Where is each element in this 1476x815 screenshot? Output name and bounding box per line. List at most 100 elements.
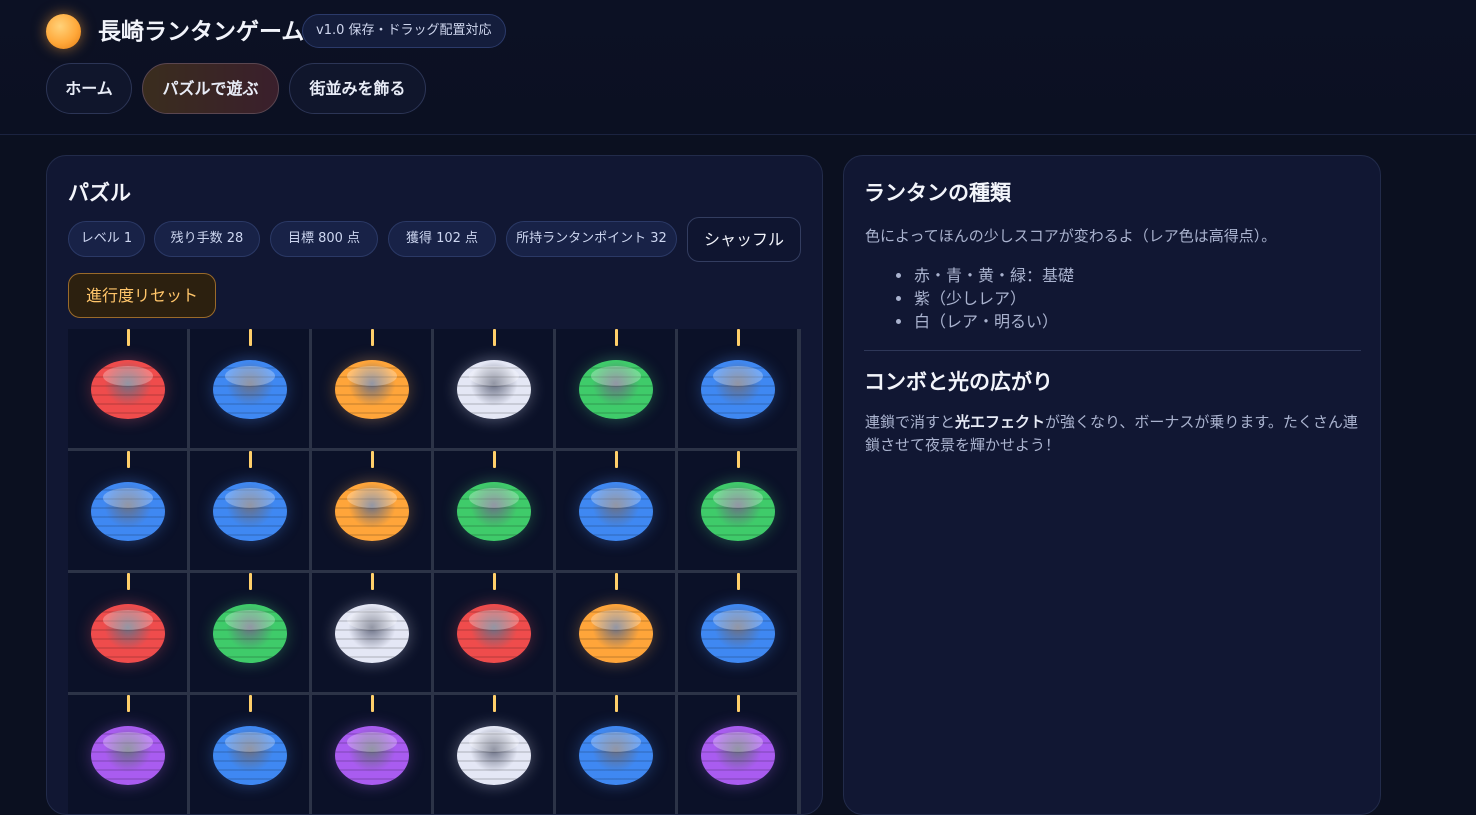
lantern-string bbox=[615, 451, 618, 468]
puzzle-board bbox=[68, 329, 801, 814]
lantern-points-chip: 所持ランタンポイント 32 bbox=[506, 221, 677, 257]
blue-lantern-icon bbox=[579, 482, 653, 541]
board-cell[interactable] bbox=[556, 451, 675, 570]
lantern-string bbox=[371, 573, 374, 590]
lantern-string bbox=[493, 451, 496, 468]
lantern-string bbox=[493, 695, 496, 712]
purple-lantern-icon bbox=[701, 726, 775, 785]
lantern-string bbox=[127, 695, 130, 712]
lantern-types-list: 赤・青・黄・緑：基礎 紫（少しレア） 白（レア・明るい） bbox=[895, 264, 1075, 333]
version-badge: v1.0 保存・ドラッグ配置対応 bbox=[302, 14, 506, 48]
board-cell[interactable] bbox=[678, 573, 797, 692]
board-cell[interactable] bbox=[68, 695, 187, 814]
lantern-string bbox=[371, 329, 374, 346]
board-cell[interactable] bbox=[68, 573, 187, 692]
reset-progress-button[interactable]: 進行度リセット bbox=[68, 273, 216, 318]
lantern-string bbox=[127, 329, 130, 346]
tab-home[interactable]: ホーム bbox=[46, 63, 132, 114]
level-chip: レベル 1 bbox=[68, 221, 145, 257]
lantern-logo-icon bbox=[46, 14, 81, 49]
lantern-string bbox=[249, 695, 252, 712]
blue-lantern-icon bbox=[701, 604, 775, 663]
combo-desc-bold: 光エフェクト bbox=[955, 413, 1046, 431]
yellow-lantern-icon bbox=[335, 360, 409, 419]
puzzle-title: パズル bbox=[68, 181, 131, 205]
board-cell[interactable] bbox=[434, 573, 553, 692]
list-item: 赤・青・黄・緑：基礎 bbox=[895, 266, 1075, 285]
lantern-string bbox=[615, 695, 618, 712]
info-panel: ランタンの種類 色によってほんの少しスコアが変わるよ（レア色は高得点）。 赤・青… bbox=[843, 155, 1381, 815]
lantern-string bbox=[737, 573, 740, 590]
board-cell[interactable] bbox=[190, 573, 309, 692]
blue-lantern-icon bbox=[701, 360, 775, 419]
board-cell[interactable] bbox=[678, 451, 797, 570]
lantern-string bbox=[371, 695, 374, 712]
board-cell[interactable] bbox=[434, 329, 553, 448]
list-item: 紫（少しレア） bbox=[895, 287, 1074, 310]
divider bbox=[864, 350, 1361, 351]
lantern-string bbox=[737, 695, 740, 712]
earned-score-chip: 獲得 102 点 bbox=[388, 221, 496, 257]
blue-lantern-icon bbox=[91, 482, 165, 541]
yellow-lantern-icon bbox=[335, 482, 409, 541]
yellow-lantern-icon bbox=[579, 604, 653, 663]
green-lantern-icon bbox=[579, 360, 653, 419]
green-lantern-icon bbox=[457, 482, 531, 541]
lantern-types-description: 色によってほんの少しスコアが変わるよ（レア色は高得点）。 bbox=[865, 227, 1277, 245]
board-cell[interactable] bbox=[190, 451, 309, 570]
lantern-string bbox=[249, 573, 252, 590]
combo-desc-pre: 連鎖で消すと bbox=[865, 413, 956, 431]
board-cell[interactable] bbox=[190, 329, 309, 448]
green-lantern-icon bbox=[213, 604, 287, 663]
board-cell[interactable] bbox=[556, 573, 675, 692]
lantern-types-title: ランタンの種類 bbox=[864, 181, 1011, 205]
red-lantern-icon bbox=[457, 604, 531, 663]
white-lantern-icon bbox=[335, 604, 409, 663]
purple-lantern-icon bbox=[91, 726, 165, 785]
lantern-string bbox=[371, 451, 374, 468]
board-cell[interactable] bbox=[312, 695, 431, 814]
puzzle-panel: パズル レベル 1 残り手数 28 目標 800 点 獲得 102 点 所持ラン… bbox=[46, 155, 823, 815]
blue-lantern-icon bbox=[579, 726, 653, 785]
combo-title: コンボと光の広がり bbox=[864, 370, 1053, 394]
moves-left-chip: 残り手数 28 bbox=[154, 221, 260, 257]
blue-lantern-icon bbox=[213, 360, 287, 419]
lantern-string bbox=[249, 451, 252, 468]
combo-description: 連鎖で消すと光エフェクトが強くなり、ボーナスが乗ります。たくさん連鎖させて夜景を… bbox=[865, 411, 1362, 457]
board-cell[interactable] bbox=[434, 695, 553, 814]
lantern-string bbox=[737, 329, 740, 346]
green-lantern-icon bbox=[701, 482, 775, 541]
board-cell[interactable] bbox=[434, 451, 553, 570]
tab-puzzle[interactable]: パズルで遊ぶ bbox=[142, 63, 279, 114]
lantern-string bbox=[249, 329, 252, 346]
lantern-string bbox=[493, 573, 496, 590]
app-header: 長崎ランタンゲーム v1.0 保存・ドラッグ配置対応 ホーム パズルで遊ぶ 街並… bbox=[0, 0, 1476, 135]
list-item: 白（レア・明るい） bbox=[895, 310, 1074, 333]
board-cell[interactable] bbox=[678, 329, 797, 448]
shuffle-button[interactable]: シャッフル bbox=[687, 217, 801, 262]
board-cell[interactable] bbox=[556, 329, 675, 448]
app-title: 長崎ランタンゲーム bbox=[98, 19, 305, 45]
board-cell[interactable] bbox=[68, 451, 187, 570]
board-cell[interactable] bbox=[556, 695, 675, 814]
board-cell[interactable] bbox=[190, 695, 309, 814]
blue-lantern-icon bbox=[213, 482, 287, 541]
red-lantern-icon bbox=[91, 604, 165, 663]
tab-decorate-town[interactable]: 街並みを飾る bbox=[289, 63, 426, 114]
lantern-string bbox=[615, 329, 618, 346]
board-cell[interactable] bbox=[312, 329, 431, 448]
lantern-string bbox=[493, 329, 496, 346]
blue-lantern-icon bbox=[213, 726, 287, 785]
red-lantern-icon bbox=[91, 360, 165, 419]
board-cell[interactable] bbox=[68, 329, 187, 448]
lantern-string bbox=[737, 451, 740, 468]
board-cell[interactable] bbox=[312, 451, 431, 570]
board-cell[interactable] bbox=[678, 695, 797, 814]
purple-lantern-icon bbox=[335, 726, 409, 785]
white-lantern-icon bbox=[457, 726, 531, 785]
lantern-string bbox=[127, 573, 130, 590]
board-cell[interactable] bbox=[312, 573, 431, 692]
target-score-chip: 目標 800 点 bbox=[270, 221, 378, 257]
lantern-string bbox=[127, 451, 130, 468]
lantern-string bbox=[615, 573, 618, 590]
